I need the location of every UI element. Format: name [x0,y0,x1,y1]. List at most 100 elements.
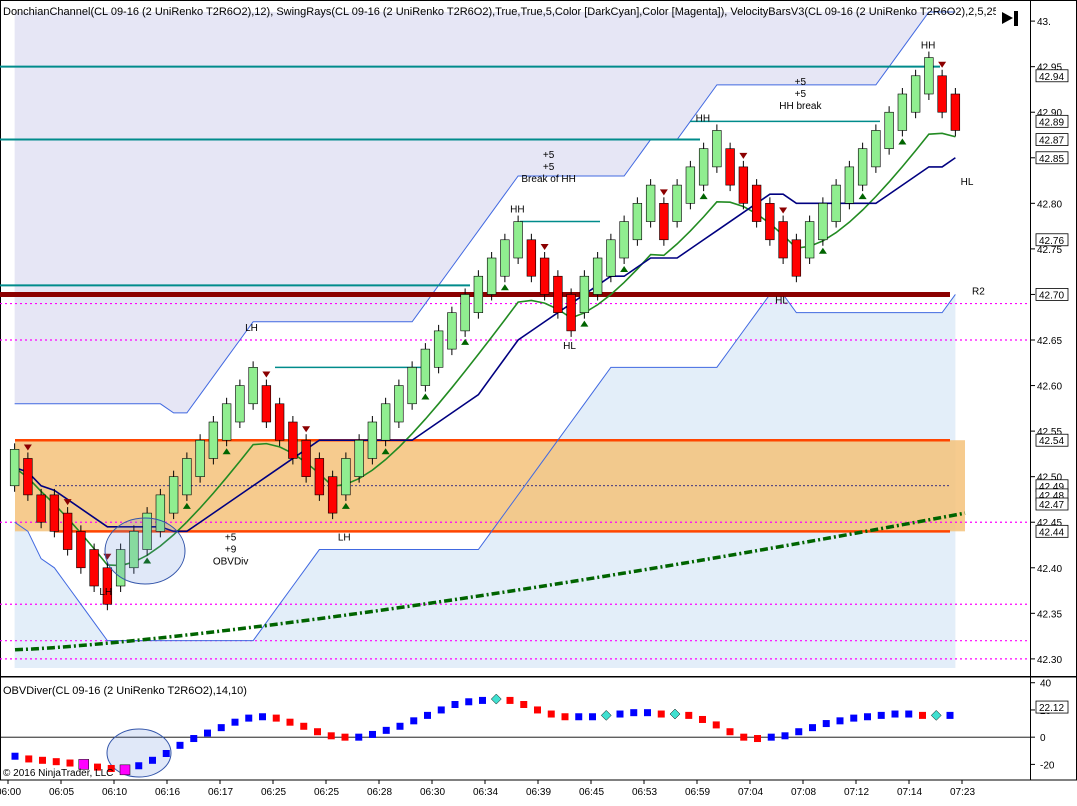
obv-dot-rising [850,714,858,722]
down-bar [791,239,802,277]
swing-label: LH [245,323,258,334]
up-bar [354,439,364,477]
obv-dot-rising [424,711,431,719]
time-tick-label: 06:16 [155,787,180,798]
obv-dot-rising [149,756,156,764]
obv-dot-rising [877,711,885,719]
down-bar [738,166,749,204]
obv-dot-rising [410,717,418,725]
time-tick-label: 06:10 [102,787,127,798]
price-marker-label: 42.76 [1039,236,1064,247]
up-bar [871,130,881,168]
up-bar [248,367,258,405]
obv-dot-rising [204,729,211,737]
up-bar [592,257,603,295]
obv-dot-extreme [600,710,612,721]
obv-dot-extreme [490,693,502,705]
up-bar [235,385,245,423]
down-bar [659,203,669,241]
obv-dot-rising [162,750,170,757]
obv-dot-rising [905,710,913,718]
signal-label: Break of HH [521,174,575,185]
up-bar [884,111,894,149]
price-marker-label: 42.54 [1039,436,1064,447]
price-chart[interactable]: LHLHLHHHHLHHHLHHHLR2+5+9OBVDiv+5+5Break … [0,0,1077,806]
up-bar [606,239,616,277]
down-bar [539,257,550,295]
obv-dot-falling [534,706,541,714]
indicator-header-text: DonchianChannel(CL 09-16 (2 UniRenko T2R… [3,6,1008,18]
obv-dot-falling [52,758,60,766]
price-tick-label: 43. [1037,17,1051,28]
signal-label: +5 [795,89,807,100]
obv-dot-rising [644,709,651,717]
up-bar [182,458,192,496]
down-bar [566,294,576,332]
obv-dot-rising [795,728,803,736]
obv-dot-rising [382,726,390,734]
time-tick-label: 06:59 [685,787,710,798]
obv-dot-rising [822,720,830,728]
obv-dot-rising [630,709,638,717]
obv-dot-rising [809,724,816,732]
obv-dot-falling [327,732,335,740]
up-bar [712,130,722,168]
down-bar [778,221,788,259]
signal-label: +5 [543,150,555,161]
swing-label: HL [775,296,788,307]
up-bar [195,439,205,477]
up-bar [924,57,934,95]
obv-divergence-circle [104,517,186,585]
obv-dot-falling [341,733,349,741]
obv-dot-rising [479,696,486,704]
up-bar [221,403,232,441]
up-bar [420,348,431,386]
obv-dot-extreme [669,708,681,720]
time-tick-label: 06:25 [261,787,286,798]
up-bar [433,330,444,368]
obv-dot-falling [561,713,569,721]
time-tick-label: 06:34 [473,787,498,798]
obv-dot-rising [245,714,253,722]
up-bar [831,184,841,222]
obv-tick-label: -20 [1040,760,1055,771]
obv-dot-falling [726,728,734,736]
time-tick-label: 07:12 [844,787,869,798]
swing-label: HL [961,177,974,188]
down-bar [553,275,563,313]
up-bar [168,476,179,514]
up-bar [9,449,20,487]
signal-label: +5 [225,532,237,543]
obv-dot-rising [437,706,445,714]
price-tick-label: 42.35 [1037,609,1062,620]
price-marker-label: 42.44 [1039,527,1064,538]
obv-dot-falling [919,711,926,719]
price-tick-label: 42.40 [1037,564,1062,575]
down-bar [751,184,762,222]
up-bar [208,421,219,459]
obv-dot-rising [616,710,624,718]
price-tick-label: 42.60 [1037,382,1062,393]
time-tick-label: 07:08 [791,787,816,798]
swing-label: HL [563,341,576,352]
obv-dot-rising [465,698,473,706]
up-bar [818,203,828,241]
down-bar [36,494,46,523]
down-bar [102,567,113,605]
skip-to-end-button[interactable] [996,7,1022,29]
up-bar [804,221,815,259]
up-bar [645,184,656,222]
down-bar [314,458,325,496]
swing-label: R2 [972,286,985,297]
signal-label: +9 [225,544,237,555]
obv-dot-falling [685,711,693,719]
down-bar [274,403,285,441]
obv-dot-falling [39,756,46,764]
obv-dot-rising [190,735,198,743]
price-marker-label: 42.47 [1039,500,1064,511]
up-bar [500,239,510,277]
price-marker-label: 42.94 [1039,72,1064,83]
swing-label: LH [338,532,351,543]
obv-dot-falling [699,715,706,723]
up-bar [579,275,590,313]
